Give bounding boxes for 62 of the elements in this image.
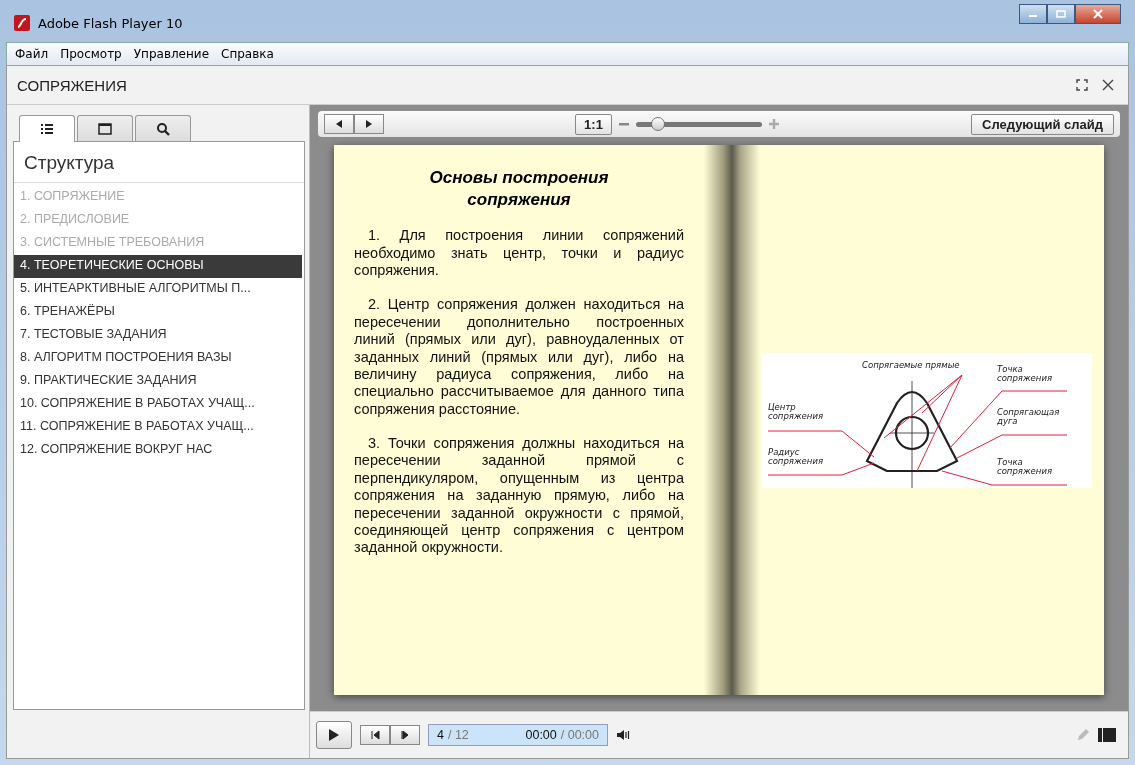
diagram-label: Радиус сопряжения <box>768 447 825 468</box>
step-forward-icon <box>400 730 410 740</box>
sidebar-toggle-icon[interactable] <box>1098 728 1116 742</box>
outline-item[interactable]: 8. АЛГОРИТМ ПОСТРОЕНИЯ ВАЗЫ <box>14 347 304 370</box>
play-button[interactable] <box>316 721 352 749</box>
menu-item[interactable]: Справка <box>221 47 274 61</box>
menu-item[interactable]: Файл <box>15 47 49 61</box>
play-icon <box>328 728 340 742</box>
minimize-button[interactable] <box>1019 4 1047 24</box>
close-icon <box>1093 9 1103 19</box>
course-title: СОПРЯЖЕНИЯ <box>17 76 127 94</box>
next-slide-small-button[interactable] <box>390 725 420 745</box>
diagram-label: Точка сопряжения <box>997 457 1054 478</box>
slide-paragraph: 3. Точки сопряжения должны находиться на пересечении заданной прямой с перпендикуляром, опущенным из центра сопряжения на заданную прямую, либо на пересечении заданной окружности с прямой, соединяющей центр сопряжения с центром заданной окружности. <box>354 435 684 557</box>
previous-button[interactable] <box>324 114 354 134</box>
zoom-slider[interactable] <box>635 116 762 132</box>
previous-slide-button[interactable] <box>360 725 390 745</box>
thumbnails-tab[interactable] <box>77 115 133 141</box>
flash-logo-icon <box>14 15 30 31</box>
maximize-button[interactable] <box>1047 4 1075 24</box>
slider-track[interactable] <box>635 121 762 127</box>
diagram-label: Центр сопряжения <box>768 402 825 423</box>
maximize-icon <box>1056 10 1066 18</box>
diagram-label: Сопрягаемые прямые <box>862 360 960 371</box>
list-icon <box>40 123 54 135</box>
step-back-icon <box>370 730 380 740</box>
slide-total: / 12 <box>447 728 469 742</box>
diagram-label: Сопрягающая дуга <box>997 407 1061 428</box>
total-time: / 00:00 <box>560 728 599 742</box>
minimize-icon <box>1029 15 1037 17</box>
search-tab[interactable] <box>135 115 191 141</box>
close-icon[interactable] <box>1102 79 1114 91</box>
slide-title: Основы построения сопряжения <box>428 167 610 212</box>
outline-item[interactable]: 4. ТЕОРЕТИЧЕСКИЕ ОСНОВЫ <box>14 255 302 278</box>
slider-thumb[interactable] <box>651 117 665 131</box>
slide-paragraph: 2. Центр сопряжения должен находиться на пересечении дополнительно построенных линий (прямых или дуг), равноудаленных от заданных линий (прямых или дуг), либо на величину радиуса сопряжения, либо на специально рассчитываемое для данного типа сопряжения расстояние. <box>354 296 684 419</box>
outline-item[interactable]: 5. ИНТЕАРКТИВНЫЕ АЛГОРИТМЫ П... <box>14 278 304 301</box>
slide-paragraph: 1. Для построения линии сопряжений необходимо знать центр, точки и радиус сопряжения. <box>354 227 684 280</box>
outline-item[interactable]: 10. СОПРЯЖЕНИЕ В РАБОТАХ УЧАЩ... <box>14 393 304 416</box>
volume-icon[interactable] <box>616 729 630 741</box>
next-slide-button[interactable]: Следующий слайд <box>971 113 1114 135</box>
outline-item[interactable]: 12. СОПРЯЖЕНИЕ ВОКРУГ НАС <box>14 439 304 462</box>
outline-tab[interactable] <box>19 115 75 142</box>
outline-item[interactable]: 9. ПРАКТИЧЕСКИЕ ЗАДАНИЯ <box>14 370 304 393</box>
outline-item[interactable]: 7. ТЕСТОВЫЕ ЗАДАНИЯ <box>14 324 304 347</box>
right-arrow-icon <box>365 119 373 129</box>
actual-size-button[interactable]: 1:1 <box>575 113 612 135</box>
outline-item[interactable]: 6. ТРЕНАЖЁРЫ <box>14 301 304 324</box>
close-button[interactable] <box>1075 4 1121 24</box>
window-icon <box>98 122 112 135</box>
left-arrow-icon <box>335 119 343 129</box>
diagram-label: Точка сопряжения <box>997 364 1054 385</box>
menu-item[interactable]: Просмотр <box>60 47 122 61</box>
window-title: Adobe Flash Player 10 <box>38 15 183 31</box>
elapsed-time: 00:00 <box>525 728 557 742</box>
outline-item[interactable]: 11. СОПРЯЖЕНИЕ В РАБОТАХ УЧАЩ... <box>14 416 304 439</box>
menu-item[interactable]: Управление <box>133 47 210 61</box>
slide-number: 4 <box>437 728 444 742</box>
next-button[interactable] <box>354 114 384 134</box>
outline-heading: Структура <box>14 142 304 183</box>
search-icon <box>156 121 170 136</box>
fullscreen-icon[interactable] <box>1076 79 1088 91</box>
